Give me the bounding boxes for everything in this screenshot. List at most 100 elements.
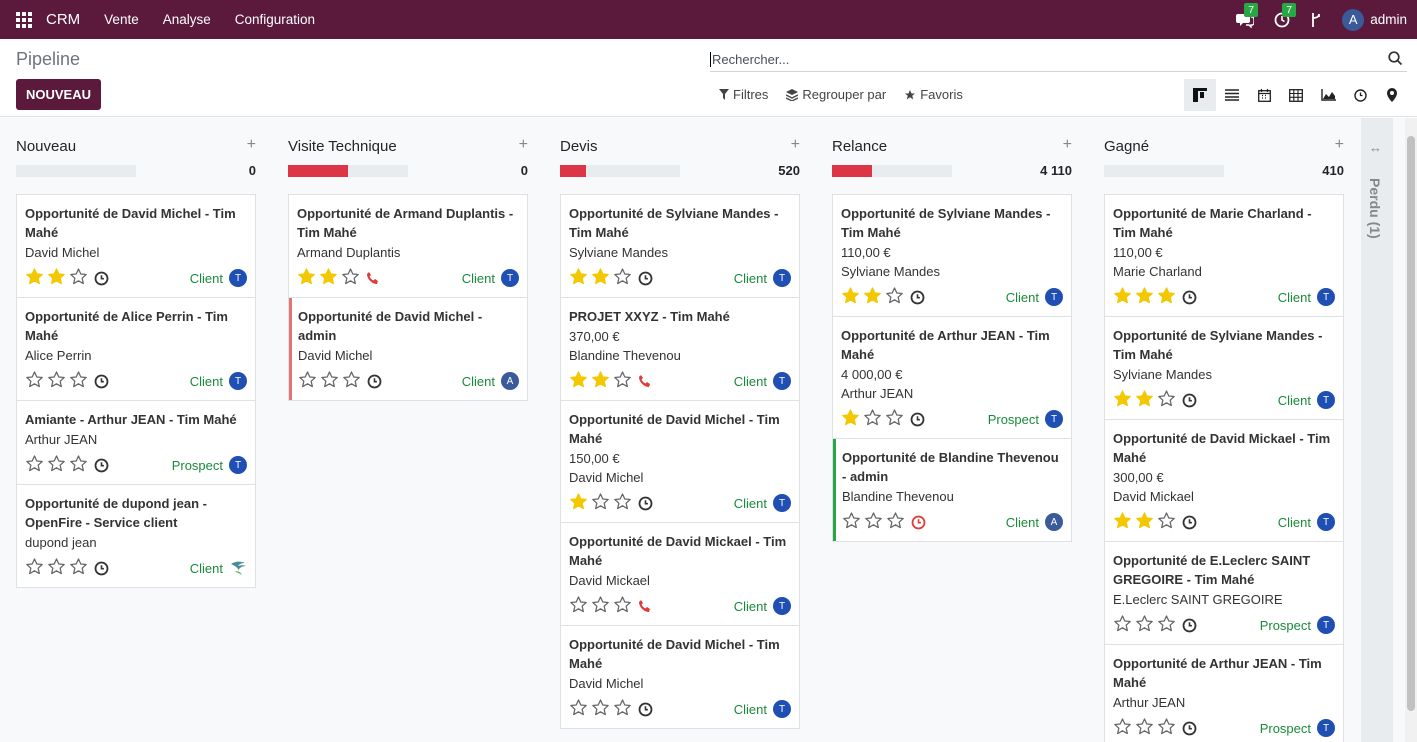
new-button[interactable]: NOUVEAU: [16, 79, 102, 110]
star-icon[interactable]: [25, 370, 44, 392]
priority-stars[interactable]: [569, 595, 632, 617]
column-progress-bar[interactable]: [16, 165, 136, 177]
column-progress-bar[interactable]: [832, 165, 952, 177]
column-progress-bar[interactable]: [560, 165, 680, 177]
star-icon[interactable]: [569, 370, 588, 392]
opportunity-card[interactable]: Opportunité de E.Leclerc SAINT GREGOIRE …: [1105, 542, 1343, 645]
clock-icon[interactable]: [94, 374, 109, 389]
star-icon[interactable]: [298, 370, 317, 392]
clock-icon[interactable]: [94, 271, 109, 286]
clock-icon[interactable]: [1182, 290, 1197, 305]
view-calendar[interactable]: [1248, 79, 1280, 111]
star-icon[interactable]: [569, 492, 588, 514]
assignee-avatar[interactable]: T: [773, 269, 791, 287]
clock-icon[interactable]: [94, 561, 109, 576]
column-title[interactable]: Nouveau: [16, 138, 76, 155]
phone-icon[interactable]: [366, 271, 380, 285]
star-icon[interactable]: [320, 370, 339, 392]
priority-stars[interactable]: [1113, 286, 1176, 308]
priority-stars[interactable]: [25, 454, 88, 476]
star-icon[interactable]: [885, 286, 904, 308]
star-icon[interactable]: [591, 370, 610, 392]
star-icon[interactable]: [841, 408, 860, 430]
star-icon[interactable]: [864, 511, 883, 533]
assignee-avatar[interactable]: T: [501, 269, 519, 287]
assignee-avatar[interactable]: T: [1317, 616, 1335, 634]
star-icon[interactable]: [47, 557, 66, 579]
clock-icon[interactable]: [94, 458, 109, 473]
assignee-avatar[interactable]: T: [1045, 288, 1063, 306]
assignee-avatar[interactable]: T: [773, 700, 791, 718]
clock-icon[interactable]: [910, 290, 925, 305]
priority-stars[interactable]: [569, 267, 632, 289]
priority-stars[interactable]: [569, 370, 632, 392]
opportunity-card[interactable]: Opportunité de Sylviane Mandes - Tim Mah…: [1105, 317, 1343, 420]
clock-icon[interactable]: [638, 496, 653, 511]
opportunity-card[interactable]: Amiante - Arthur JEAN - Tim Mahé Arthur J…: [17, 401, 255, 485]
assignee-avatar[interactable]: T: [773, 597, 791, 615]
priority-stars[interactable]: [841, 286, 904, 308]
star-icon[interactable]: [1113, 717, 1132, 739]
star-icon[interactable]: [1113, 614, 1132, 636]
favorites-button[interactable]: Favoris: [904, 87, 963, 102]
quick-create-icon[interactable]: +: [247, 136, 256, 154]
menu-analyse[interactable]: Analyse: [163, 12, 211, 27]
assignee-avatar[interactable]: T: [1317, 288, 1335, 306]
star-icon[interactable]: [569, 698, 588, 720]
star-icon[interactable]: [591, 698, 610, 720]
star-icon[interactable]: [886, 511, 905, 533]
opportunity-card[interactable]: Opportunité de Sylviane Mandes - Tim Mah…: [561, 195, 799, 298]
messages-button[interactable]: 7: [1236, 2, 1259, 28]
star-icon[interactable]: [69, 267, 88, 289]
quick-create-icon[interactable]: +: [791, 136, 800, 154]
assignee-avatar[interactable]: A: [501, 372, 519, 390]
page-title[interactable]: Pipeline: [16, 49, 80, 70]
opportunity-card[interactable]: Opportunité de Arthur JEAN - Tim Mahé 4 0…: [833, 317, 1071, 439]
star-icon[interactable]: [1157, 717, 1176, 739]
clock-icon[interactable]: [911, 515, 926, 530]
star-icon[interactable]: [1157, 614, 1176, 636]
view-graph[interactable]: [1312, 79, 1344, 111]
star-icon[interactable]: [863, 408, 882, 430]
view-activity[interactable]: [1344, 79, 1376, 111]
menu-configuration[interactable]: Configuration: [235, 12, 315, 27]
star-icon[interactable]: [591, 595, 610, 617]
priority-stars[interactable]: [1113, 511, 1176, 533]
column-title[interactable]: Devis: [560, 138, 598, 155]
assignee-avatar[interactable]: T: [1317, 719, 1335, 737]
clock-icon[interactable]: [1182, 721, 1197, 736]
quick-create-icon[interactable]: +: [519, 136, 528, 154]
star-icon[interactable]: [613, 698, 632, 720]
phone-icon[interactable]: [638, 374, 652, 388]
assignee-avatar[interactable]: T: [229, 269, 247, 287]
priority-stars[interactable]: [298, 370, 361, 392]
star-icon[interactable]: [863, 286, 882, 308]
star-icon[interactable]: [613, 595, 632, 617]
column-title[interactable]: Relance: [832, 138, 887, 155]
column-title[interactable]: Visite Technique: [288, 138, 397, 155]
column-progress-bar[interactable]: [1104, 165, 1224, 177]
star-icon[interactable]: [1113, 389, 1132, 411]
star-icon[interactable]: [1135, 389, 1154, 411]
opportunity-card[interactable]: Opportunité de David Mickael - Tim Mahé D…: [561, 523, 799, 626]
priority-stars[interactable]: [297, 267, 360, 289]
scrollbar[interactable]: [1405, 118, 1417, 742]
clock-icon[interactable]: [638, 702, 653, 717]
star-icon[interactable]: [613, 370, 632, 392]
priority-stars[interactable]: [25, 267, 88, 289]
clock-icon[interactable]: [910, 412, 925, 427]
star-icon[interactable]: [342, 370, 361, 392]
opportunity-card[interactable]: Opportunité de David Michel - admin David…: [289, 298, 527, 400]
scrollbar-thumb[interactable]: [1407, 136, 1415, 711]
activities-button[interactable]: 7: [1274, 2, 1297, 28]
priority-stars[interactable]: [1113, 614, 1176, 636]
menu-vente[interactable]: Vente: [104, 12, 139, 27]
column-title[interactable]: Gagné: [1104, 138, 1149, 155]
star-icon[interactable]: [297, 267, 316, 289]
opportunity-card[interactable]: Opportunité de David Michel - Tim Mahé Da…: [561, 626, 799, 728]
star-icon[interactable]: [613, 267, 632, 289]
opportunity-card[interactable]: Opportunité de Alice Perrin - Tim Mahé Al…: [17, 298, 255, 401]
star-icon[interactable]: [47, 454, 66, 476]
clock-icon[interactable]: [1182, 393, 1197, 408]
star-icon[interactable]: [569, 267, 588, 289]
